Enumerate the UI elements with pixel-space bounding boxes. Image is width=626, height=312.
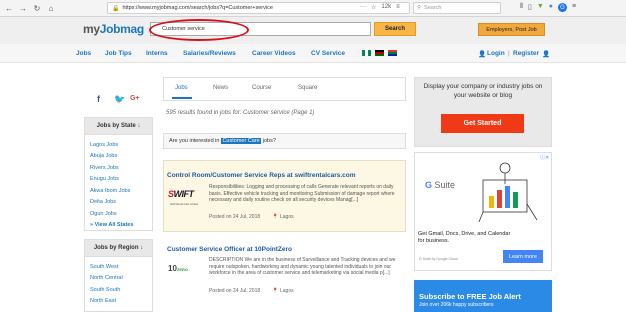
promo-text: Display your company or industry jobs on… bbox=[423, 83, 543, 99]
interest-prefix: Are you interested in bbox=[169, 138, 220, 144]
menu-dots-icon[interactable]: ··· bbox=[360, 4, 366, 11]
sidebar-icon[interactable]: ▯ bbox=[528, 3, 532, 12]
facebook-icon[interactable]: f bbox=[97, 94, 100, 104]
logo-sub: ZERO bbox=[176, 267, 189, 272]
employers-post-job-button[interactable]: Employers, Post Job bbox=[478, 23, 545, 36]
bookmark-icon[interactable]: ☆ bbox=[371, 4, 376, 11]
location-pin-icon: 📍 bbox=[272, 288, 279, 294]
url-text: https://www.myjobmag.com/search/jobs?q=C… bbox=[122, 5, 273, 11]
active-tab-indicator bbox=[172, 97, 192, 99]
job-description: DESCRIPTION We are in the business of Su… bbox=[209, 257, 396, 276]
job-title[interactable]: Customer Service Officer at 10PointZero bbox=[167, 246, 292, 253]
logo-my: my bbox=[83, 22, 100, 36]
nav-cv-service[interactable]: CV Service bbox=[311, 50, 345, 57]
interest-suffix: jobs? bbox=[262, 138, 276, 144]
browser-tools: ⫴ ▯ ▼ ● G ≡ bbox=[520, 3, 576, 12]
site-logo[interactable]: myJobmag bbox=[83, 22, 144, 36]
menu-icon[interactable]: ≡ bbox=[572, 3, 576, 12]
twitter-icon[interactable]: 🐦 bbox=[114, 94, 125, 105]
search-tabs bbox=[163, 77, 406, 101]
subscribe-text: Join over 206k happy subscribers bbox=[419, 302, 494, 308]
back-icon[interactable]: ← bbox=[4, 3, 14, 13]
sidebar-item-region[interactable]: South South bbox=[85, 284, 152, 296]
company-logo[interactable]: 10ZERO bbox=[168, 264, 196, 278]
interest-prompt: Are you interested in Customer Care jobs… bbox=[163, 133, 406, 149]
browser-search-placeholder: Search bbox=[424, 5, 442, 11]
forward-icon[interactable]: → bbox=[18, 3, 28, 13]
subscribe-title: Subscribe to FREE Job Alert bbox=[419, 292, 521, 301]
sidebar-item-state[interactable]: Delta Jobs bbox=[85, 197, 152, 209]
company-logo-sub: Swift Rental Cars Limited bbox=[170, 203, 199, 206]
search-button[interactable]: Search bbox=[374, 22, 416, 36]
tab-news[interactable]: News bbox=[213, 85, 228, 91]
google-plus-icon[interactable]: G+ bbox=[130, 95, 140, 102]
url-actions: ··· ☆ 12k ≡ bbox=[360, 4, 400, 11]
extension-icon[interactable]: ▼ bbox=[537, 3, 544, 12]
sidebar-item-region[interactable]: North East bbox=[85, 296, 152, 308]
job-location: Lagos bbox=[280, 288, 294, 294]
job-description: Responsibilities: Logging and processing… bbox=[209, 184, 395, 203]
home-icon[interactable]: ⌂ bbox=[46, 3, 56, 13]
location-pin-icon: 📍 bbox=[272, 214, 279, 220]
reload-icon[interactable]: ↻ bbox=[32, 3, 42, 13]
sidebar-item-region[interactable]: North Central bbox=[85, 273, 152, 285]
nav-job-tips[interactable]: Job Tips bbox=[105, 50, 132, 57]
nav-career-videos[interactable]: Career Videos bbox=[252, 50, 296, 57]
company-logo[interactable]: SWIFT bbox=[168, 189, 201, 203]
tab-square[interactable]: Square bbox=[298, 85, 317, 91]
jobs-by-region-header[interactable]: Jobs by Region ↓ bbox=[85, 240, 152, 257]
jobs-by-state-header[interactable]: Jobs by State ↓ bbox=[85, 118, 152, 135]
gsuite-g: G bbox=[425, 180, 433, 190]
register-link[interactable]: Register bbox=[513, 50, 539, 57]
job-location: Lagos bbox=[280, 214, 294, 220]
zoom-level: 12k bbox=[381, 4, 392, 10]
logo-jobmag: Jobmag bbox=[99, 22, 145, 36]
jobs-by-region-panel: Jobs by Region ↓ South West North Centra… bbox=[84, 239, 153, 312]
user-icon: 👤 bbox=[478, 51, 487, 58]
flag-nigeria-icon[interactable] bbox=[362, 50, 371, 56]
login-link[interactable]: Login bbox=[487, 50, 505, 57]
lock-icon: 🔒 bbox=[112, 5, 120, 12]
sidebar-item-state[interactable]: Ogun Jobs bbox=[85, 208, 152, 220]
nav-jobs[interactable]: Jobs bbox=[76, 50, 91, 57]
learn-more-button[interactable]: Learn more bbox=[503, 250, 543, 263]
avatar[interactable]: G bbox=[557, 3, 567, 12]
interest-link[interactable]: Customer Care bbox=[221, 138, 261, 144]
nav-interns[interactable]: Interns bbox=[146, 50, 168, 57]
job-title[interactable]: Control Room/Customer Service Reps at sw… bbox=[167, 172, 356, 179]
gsuite-logo: G Suite bbox=[425, 180, 455, 190]
logo-text: WIFT bbox=[173, 189, 195, 199]
ad-illustration bbox=[478, 162, 538, 223]
nav-separator: | bbox=[508, 50, 510, 57]
sidebar-item-state[interactable]: Enugu Jobs bbox=[85, 174, 152, 186]
ad-footer: G Suite by Google Cloud bbox=[419, 257, 458, 261]
register-icon: 👤 bbox=[542, 51, 551, 58]
view-all-states-link[interactable]: » View All States bbox=[85, 220, 152, 232]
sidebar-item-region[interactable]: South West bbox=[85, 261, 152, 273]
nav-salaries-reviews[interactable]: Salaries/Reviews bbox=[183, 50, 236, 57]
browser-search-input[interactable]: ⚲ Search bbox=[413, 2, 501, 14]
sidebar-item-state[interactable]: Akwa Ibom Jobs bbox=[85, 185, 152, 197]
ghost-icon[interactable]: ● bbox=[549, 3, 553, 12]
highlight-ellipse bbox=[149, 19, 249, 41]
more-icon[interactable]: ≡ bbox=[396, 4, 400, 11]
flag-kenya-icon[interactable] bbox=[375, 50, 384, 56]
tab-jobs[interactable]: Jobs bbox=[175, 85, 188, 91]
ad-text: Get Gmail, Docs, Drive, and Calendar for… bbox=[418, 231, 511, 244]
search-icon: ⚲ bbox=[417, 5, 422, 11]
tab-course[interactable]: Course bbox=[252, 85, 271, 91]
sidebar-item-state[interactable]: Abuja Jobs bbox=[85, 151, 152, 163]
get-started-button[interactable]: Get Started bbox=[441, 114, 524, 133]
results-count: 595 results found in jobs for: Customer … bbox=[166, 110, 315, 116]
sidebar-item-state[interactable]: Rivers Jobs bbox=[85, 162, 152, 174]
job-posted: Posted on 24 Jul, 2018 bbox=[209, 214, 261, 220]
logo-text: 10 bbox=[168, 264, 177, 273]
library-icon[interactable]: ⫴ bbox=[520, 3, 523, 12]
gsuite-text: Suite bbox=[434, 180, 456, 190]
job-posted: Posted on 24 Jul, 2018 bbox=[209, 288, 261, 294]
jobs-by-state-panel: Jobs by State ↓ Lagos Jobs Abuja Jobs Ri… bbox=[84, 117, 153, 231]
sidebar-item-state[interactable]: Lagos Jobs bbox=[85, 139, 152, 151]
flag-south-africa-icon[interactable] bbox=[388, 50, 397, 56]
